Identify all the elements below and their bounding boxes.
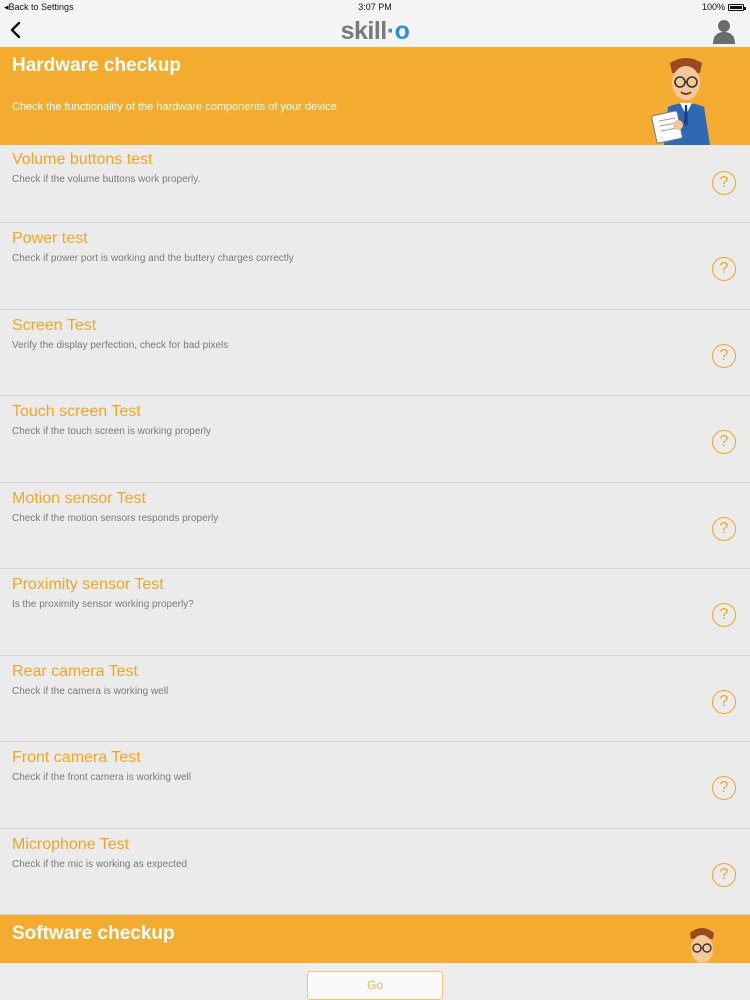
help-icon[interactable]: ? xyxy=(712,689,736,714)
test-row-rear-camera[interactable]: Rear camera Test Check if the camera is … xyxy=(0,656,750,742)
test-description: Check if the volume buttons work properl… xyxy=(12,174,201,185)
mascot-illustration xyxy=(651,58,710,145)
test-title: Touch screen Test xyxy=(12,403,141,420)
test-title: Rear camera Test xyxy=(12,662,138,680)
test-description: Is the proximity sensor working properly… xyxy=(12,599,194,610)
battery-icon xyxy=(728,3,746,11)
software-checkup-title: Software checkup xyxy=(12,923,175,944)
test-title: Volume buttons test xyxy=(12,151,153,168)
test-row-volume-buttons[interactable]: Volume buttons test Check if the volume … xyxy=(0,145,750,223)
test-row-proximity-sensor[interactable]: Proximity sensor Test Is the proximity s… xyxy=(0,569,750,656)
test-title: Front camera Test xyxy=(12,749,141,766)
go-button[interactable]: Go xyxy=(307,971,443,1000)
mascot-illustration xyxy=(690,928,714,963)
test-description: Check if the motion sensors responds pro… xyxy=(12,512,219,524)
hardware-test-list: Volume buttons test Check if the volume … xyxy=(0,145,750,915)
test-row-power[interactable]: Power test Check if power port is workin… xyxy=(0,223,750,310)
help-icon[interactable]: ? xyxy=(712,603,736,627)
test-row-touch-screen[interactable]: Touch screen Test Check if the touch scr… xyxy=(0,396,750,483)
test-row-motion-sensor[interactable]: Motion sensor Test Check if the motion s… xyxy=(0,483,750,569)
test-row-microphone[interactable]: Microphone Test Check if the mic is work… xyxy=(0,829,750,915)
help-icon[interactable]: ? xyxy=(712,257,736,281)
test-row-screen[interactable]: Screen Test Verify the display perfectio… xyxy=(0,310,750,396)
help-icon[interactable]: ? xyxy=(712,430,736,454)
help-icon[interactable]: ? xyxy=(712,343,736,368)
nav-bar: skill·o xyxy=(0,14,750,47)
help-icon[interactable]: ? xyxy=(712,171,736,195)
help-icon[interactable]: ? xyxy=(712,862,736,887)
battery-percent: 100% xyxy=(701,2,725,12)
test-title: Microphone Test xyxy=(12,835,130,853)
test-title: Motion sensor Test xyxy=(12,489,146,507)
test-description: Check if the mic is working as expected xyxy=(12,858,188,870)
test-title: Proximity sensor Test xyxy=(12,576,164,593)
test-title: Screen Test xyxy=(12,316,97,334)
battery-indicator: 100% xyxy=(701,2,746,12)
test-row-front-camera[interactable]: Front camera Test Check if the front cam… xyxy=(0,742,750,829)
bottom-bar: Go xyxy=(0,963,750,1000)
test-description: Check if the touch screen is working pro… xyxy=(12,426,211,437)
hardware-checkup-subtitle: Check the functionality of the hardware … xyxy=(12,101,337,113)
status-time: 3:07 PM xyxy=(358,2,392,12)
software-checkup-header[interactable]: Software checkup xyxy=(0,915,750,965)
hardware-checkup-header: Hardware checkup Check the functionality… xyxy=(0,47,750,145)
test-description: Check if power port is working and the b… xyxy=(12,253,294,264)
test-description: Verify the display perfection, check for… xyxy=(12,339,229,351)
test-description: Check if the camera is working well xyxy=(12,685,169,697)
status-bar: ◂Back to Settings 3:07 PM 100% xyxy=(0,0,750,14)
help-icon[interactable]: ? xyxy=(712,516,736,541)
help-icon[interactable]: ? xyxy=(712,776,736,800)
person-icon[interactable] xyxy=(712,18,736,44)
test-title: Power test xyxy=(12,230,88,247)
hardware-checkup-title: Hardware checkup xyxy=(12,55,181,76)
skillo-logo: skill·o xyxy=(340,17,410,45)
test-description: Check if the front camera is working wel… xyxy=(12,772,191,783)
